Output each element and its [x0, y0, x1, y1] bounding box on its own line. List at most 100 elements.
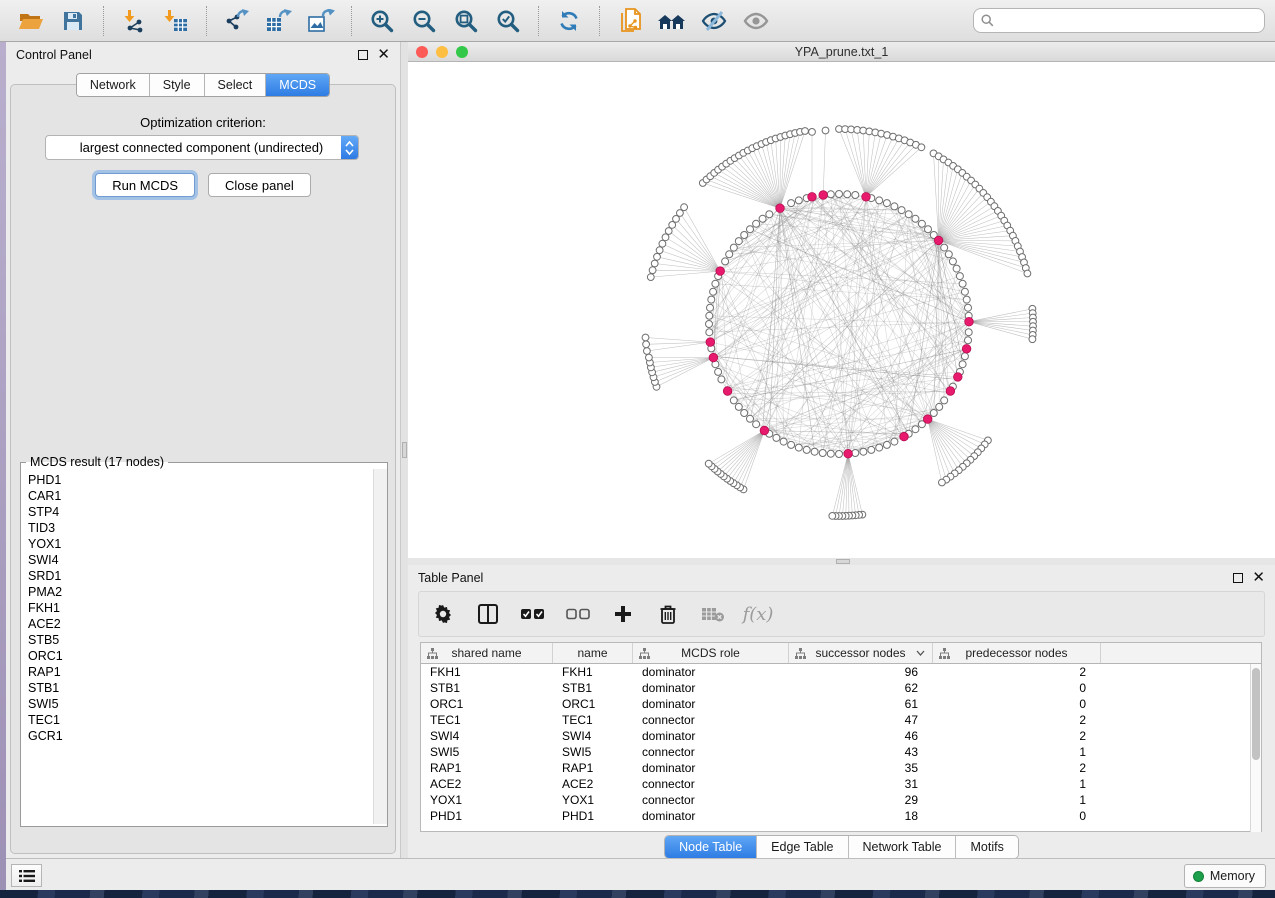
tab-select[interactable]: Select — [205, 74, 267, 96]
network-canvas[interactable] — [408, 62, 1275, 558]
network-node[interactable] — [726, 251, 733, 258]
mcds-result-item[interactable]: TID3 — [28, 520, 373, 536]
mcds-result-item[interactable]: RAP1 — [28, 664, 373, 680]
network-node[interactable] — [965, 304, 972, 311]
network-node[interactable] — [883, 200, 890, 207]
close-panel-icon[interactable]: ✕ — [1252, 573, 1265, 583]
network-hub-node[interactable] — [946, 387, 955, 396]
network-node[interactable] — [965, 337, 972, 344]
network-node[interactable] — [876, 444, 883, 451]
mcds-result-item[interactable]: FKH1 — [28, 600, 373, 616]
network-node[interactable] — [883, 441, 890, 448]
delete-table-icon[interactable] — [701, 602, 725, 626]
network-node[interactable] — [936, 403, 943, 410]
table-row[interactable]: SWI5SWI5connector431 — [421, 744, 1261, 760]
network-node[interactable] — [646, 354, 653, 361]
mcds-result-item[interactable]: SWI4 — [28, 552, 373, 568]
deselect-all-rows-icon[interactable] — [566, 602, 590, 626]
splitter-grip[interactable] — [402, 442, 407, 458]
save-session-icon[interactable] — [58, 6, 88, 36]
network-hub-node[interactable] — [934, 236, 943, 245]
network-node[interactable] — [803, 446, 810, 453]
mcds-list-scrollbar[interactable] — [373, 469, 387, 824]
task-history-button[interactable] — [11, 864, 42, 887]
select-all-rows-icon[interactable] — [521, 602, 545, 626]
add-column-icon[interactable] — [611, 602, 635, 626]
memory-button[interactable]: Memory — [1184, 864, 1266, 888]
network-node[interactable] — [753, 220, 760, 227]
tab-node-table[interactable]: Node Table — [665, 836, 757, 858]
network-node[interactable] — [708, 296, 715, 303]
network-hub-node[interactable] — [923, 415, 932, 424]
network-node[interactable] — [941, 397, 948, 404]
network-node[interactable] — [766, 211, 773, 218]
network-node[interactable] — [730, 397, 737, 404]
table-row[interactable]: ORC1ORC1dominator610 — [421, 696, 1261, 712]
table-row[interactable]: ACE2ACE2connector311 — [421, 776, 1261, 792]
run-mcds-button[interactable]: Run MCDS — [95, 173, 195, 197]
zoom-fit-icon[interactable] — [451, 6, 481, 36]
close-panel-button[interactable]: Close panel — [208, 173, 311, 197]
network-node[interactable] — [651, 260, 658, 267]
network-node[interactable] — [939, 479, 946, 486]
network-hub-node[interactable] — [962, 345, 971, 354]
network-hub-node[interactable] — [808, 193, 817, 202]
network-node[interactable] — [949, 258, 956, 265]
mcds-result-item[interactable]: ACE2 — [28, 616, 373, 632]
mcds-result-item[interactable]: GCR1 — [28, 728, 373, 744]
network-node[interactable] — [642, 334, 649, 341]
houses-icon[interactable] — [657, 6, 687, 36]
network-node[interactable] — [759, 215, 766, 222]
mcds-result-item[interactable]: ORC1 — [28, 648, 373, 664]
network-node[interactable] — [706, 329, 713, 336]
network-node[interactable] — [819, 450, 826, 457]
network-node[interactable] — [707, 304, 714, 311]
network-node[interactable] — [735, 403, 742, 410]
network-node[interactable] — [656, 247, 663, 254]
network-node[interactable] — [715, 368, 722, 375]
network-node[interactable] — [811, 448, 818, 455]
network-node[interactable] — [918, 144, 925, 151]
network-node[interactable] — [852, 192, 859, 199]
network-node[interactable] — [827, 450, 834, 457]
export-image-icon[interactable] — [306, 6, 336, 36]
network-hub-node[interactable] — [819, 191, 828, 200]
network-hub-node[interactable] — [844, 449, 853, 458]
mcds-result-item[interactable]: PHD1 — [28, 472, 373, 488]
table-scrollbar[interactable] — [1250, 664, 1261, 832]
network-node[interactable] — [836, 191, 843, 198]
network-node[interactable] — [941, 244, 948, 251]
eye-slash-icon[interactable] — [699, 6, 729, 36]
network-hub-node[interactable] — [965, 317, 974, 326]
network-node[interactable] — [925, 226, 932, 233]
network-node[interactable] — [753, 421, 760, 428]
table-row[interactable]: TEC1TEC1connector472 — [421, 712, 1261, 728]
network-hub-node[interactable] — [706, 338, 715, 347]
zoom-in-icon[interactable] — [367, 6, 397, 36]
mcds-result-item[interactable]: SWI5 — [28, 696, 373, 712]
mcds-result-item[interactable]: CAR1 — [28, 488, 373, 504]
export-network-icon[interactable] — [222, 6, 252, 36]
close-panel-icon[interactable]: ✕ — [377, 50, 390, 60]
network-node[interactable] — [905, 211, 912, 218]
network-node[interactable] — [788, 200, 795, 207]
mcds-result-item[interactable]: TEC1 — [28, 712, 373, 728]
network-node[interactable] — [918, 220, 925, 227]
column-header-name[interactable]: name — [553, 643, 633, 663]
column-header-predecessor-nodes[interactable]: predecessor nodes — [933, 643, 1101, 663]
network-node[interactable] — [718, 376, 725, 383]
network-node[interactable] — [891, 438, 898, 445]
network-node[interactable] — [643, 341, 650, 348]
mcds-result-item[interactable]: PMA2 — [28, 584, 373, 600]
network-node[interactable] — [706, 321, 713, 328]
network-node[interactable] — [1024, 270, 1031, 277]
network-node[interactable] — [868, 446, 875, 453]
refresh-layout-icon[interactable] — [554, 6, 584, 36]
network-node[interactable] — [747, 415, 754, 422]
network-node[interactable] — [912, 426, 919, 433]
network-node[interactable] — [649, 267, 656, 274]
network-node[interactable] — [829, 513, 836, 520]
vertical-splitter[interactable] — [400, 42, 408, 858]
network-node[interactable] — [681, 204, 688, 211]
tab-network[interactable]: Network — [77, 74, 150, 96]
